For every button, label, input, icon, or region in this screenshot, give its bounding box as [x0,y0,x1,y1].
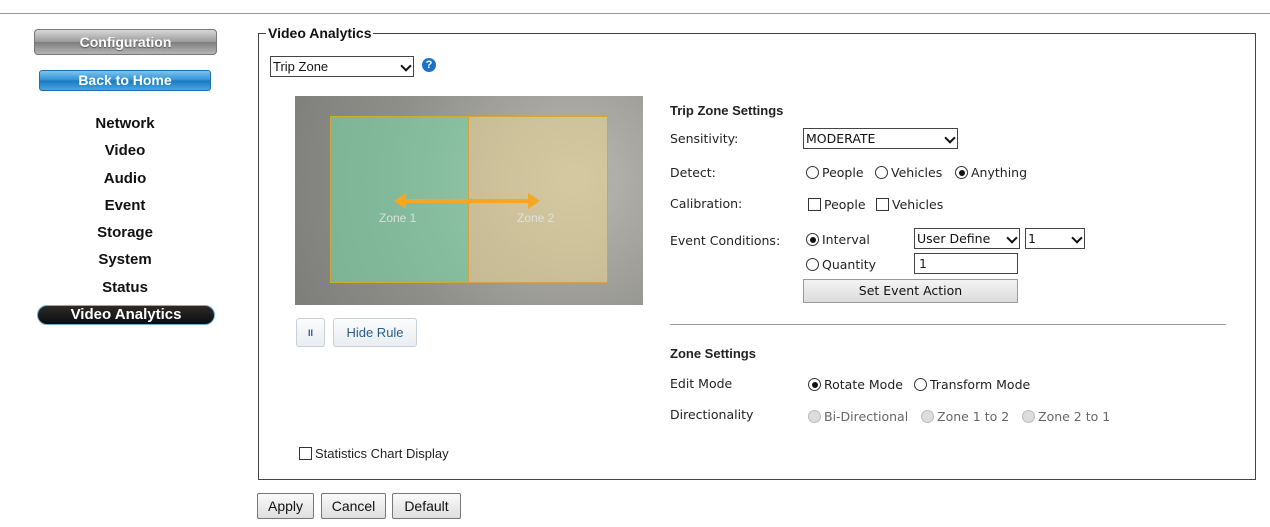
calibration-vehicles-checkbox[interactable] [876,198,889,211]
interval-value: 1 [1028,231,1036,246]
detect-anything-label: Anything [971,165,1028,180]
zone-1-to-2-radio[interactable] [921,410,934,423]
calibration-people-option[interactable]: People [808,197,866,212]
event-conditions-label: Event Conditions: [670,233,781,248]
interval-label: Interval [822,232,870,247]
sidebar-item-status[interactable]: Status [60,276,190,303]
analytics-mode-select[interactable]: Trip Zone [270,56,414,77]
bi-directional-radio[interactable] [808,410,821,423]
set-event-action-button[interactable]: Set Event Action [803,279,1018,303]
sidebar-item-event[interactable]: Event [60,194,190,221]
detect-anything-radio[interactable] [955,166,968,179]
detect-vehicles-radio[interactable] [875,166,888,179]
sidebar-item-video[interactable]: Video [60,139,190,166]
transform-mode-label: Transform Mode [930,377,1031,392]
chevron-down-icon [1072,234,1082,244]
rotate-mode-radio[interactable] [808,378,821,391]
detect-vehicles-label: Vehicles [891,165,943,180]
interval-mode-value: User Define [917,231,991,246]
detect-label: Detect: [670,165,716,180]
interval-value-select[interactable]: 1 [1025,228,1085,249]
rotate-mode-label: Rotate Mode [824,377,903,392]
zone-2-label: Zone 2 [517,211,555,225]
zone-settings-heading: Zone Settings [670,346,756,361]
zone-1-label: Zone 1 [379,211,417,225]
zone-2-to-1-radio[interactable] [1022,410,1035,423]
sidebar-item-storage[interactable]: Storage [60,221,190,248]
calibration-vehicles-label: Vehicles [892,197,944,212]
sensitivity-label: Sensitivity: [670,131,739,146]
interval-option[interactable]: Interval [806,232,870,247]
apply-button[interactable]: Apply [257,493,314,519]
sidebar-nav: Network Video Audio Event Storage System… [60,112,190,303]
calibration-label: Calibration: [670,196,743,211]
quantity-option[interactable]: Quantity [806,257,876,272]
quantity-radio[interactable] [806,258,819,271]
transform-mode-radio[interactable] [914,378,927,391]
detect-people-label: People [822,165,864,180]
pause-button[interactable]: II [296,318,325,347]
arrow-right-head-icon [528,193,540,209]
interval-radio[interactable] [806,233,819,246]
rotate-mode-option[interactable]: Rotate Mode [808,377,903,392]
detect-people-option[interactable]: People [806,165,864,180]
bi-directional-label: Bi-Directional [824,409,909,424]
arrow-left-head-icon [394,193,406,209]
statistics-checkbox[interactable] [299,447,312,460]
calibration-vehicles-option[interactable]: Vehicles [876,197,943,212]
sensitivity-value: MODERATE [806,131,876,146]
sensitivity-select[interactable]: MODERATE [803,128,958,149]
top-divider [0,13,1270,14]
bi-directional-option[interactable]: Bi-Directional [808,409,908,424]
zone-1-to-2-option[interactable]: Zone 1 to 2 [921,409,1009,424]
configuration-button[interactable]: Configuration [34,29,217,55]
detect-vehicles-option[interactable]: Vehicles [875,165,942,180]
statistics-chart-option[interactable]: Statistics Chart Display [299,446,449,461]
chevron-down-icon [1007,234,1017,244]
pause-icon: II [307,327,313,338]
chevron-down-icon [945,134,955,144]
section-divider [670,324,1226,325]
calibration-people-label: People [824,197,866,212]
transform-mode-option[interactable]: Transform Mode [914,377,1030,392]
detect-people-radio[interactable] [806,166,819,179]
back-to-home-button[interactable]: Back to Home [39,70,211,91]
sidebar-item-audio[interactable]: Audio [60,167,190,194]
detect-anything-option[interactable]: Anything [955,165,1027,180]
cancel-button[interactable]: Cancel [321,493,386,519]
zone-2-to-1-label: Zone 2 to 1 [1038,409,1111,424]
statistics-label: Statistics Chart Display [315,446,449,461]
sidebar-item-network[interactable]: Network [60,112,190,139]
sidebar-item-video-analytics[interactable]: Video Analytics [37,305,215,325]
interval-mode-select[interactable]: User Define [914,228,1020,249]
direction-arrow[interactable] [402,199,532,203]
zone-1-to-2-label: Zone 1 to 2 [937,409,1010,424]
hide-rule-button[interactable]: Hide Rule [333,318,417,347]
zone-2-to-1-option[interactable]: Zone 2 to 1 [1022,409,1110,424]
quantity-input[interactable]: 1 [914,253,1018,274]
trip-zone-heading: Trip Zone Settings [670,103,784,118]
edit-mode-label: Edit Mode [670,376,733,391]
panel-title: Video Analytics [266,25,374,41]
sidebar-item-system[interactable]: System [60,248,190,275]
chevron-down-icon [401,62,411,72]
directionality-label: Directionality [670,407,754,422]
help-icon[interactable]: ? [422,58,436,72]
quantity-label: Quantity [822,257,877,272]
analytics-mode-value: Trip Zone [273,59,329,74]
calibration-people-checkbox[interactable] [808,198,821,211]
default-button[interactable]: Default [392,493,461,519]
